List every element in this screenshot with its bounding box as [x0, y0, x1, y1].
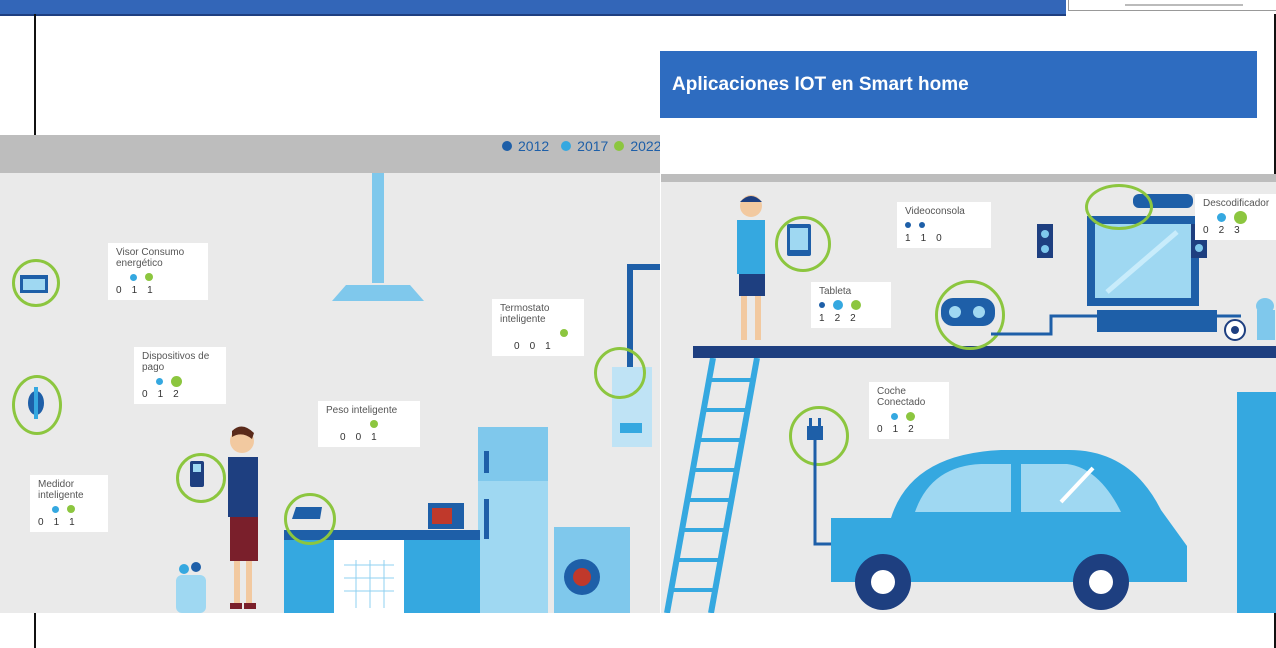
slide-title: Aplicaciones IOT en Smart home — [660, 51, 1257, 118]
callout-videoconsola-label: Videoconsola — [905, 206, 965, 217]
legend: 2012 2017 2022 — [502, 135, 660, 157]
callout-coche-dots — [877, 411, 941, 421]
termostato-value-2022: 1 — [545, 341, 551, 352]
energy-monitor-icon — [20, 275, 48, 293]
videoconsola-value-2017: 1 — [920, 233, 927, 244]
descodificador-value-2017: 2 — [1218, 225, 1225, 236]
callout-dispositivos-dots — [142, 375, 218, 387]
header-bar — [0, 0, 1066, 16]
coche-value-2012: 0 — [877, 424, 883, 435]
door-icon — [1237, 392, 1276, 613]
header-logo-box — [1068, 0, 1276, 11]
callout-tableta-values: 1 2 2 — [819, 313, 883, 324]
callout-videoconsola: Videoconsola 1 1 0 — [897, 202, 991, 248]
callout-visor-label: Visor Consumo energético — [116, 247, 185, 269]
videoconsola-value-2012: 1 — [905, 233, 911, 244]
legend-label-2012: 2012 — [518, 138, 550, 154]
smart-home-illustration-left: 2012 2017 2022 Visor Consumo energético … — [0, 135, 660, 613]
callout-medidor-dots — [38, 504, 100, 514]
peso-value-2017: 0 — [355, 432, 362, 443]
payment-device-icon — [190, 461, 204, 487]
gamepad-icon — [941, 298, 995, 326]
callout-tableta: Tableta 1 2 2 — [811, 282, 891, 328]
videoconsola-value-2022: 0 — [936, 233, 942, 244]
medidor-value-2022: 1 — [69, 517, 75, 528]
peso-value-2022: 1 — [371, 432, 377, 443]
callout-tableta-dots — [819, 300, 883, 310]
callout-coche-values: 0 1 2 — [877, 424, 941, 435]
termostato-value-2012: 0 — [514, 341, 520, 352]
microwave-icon — [428, 503, 464, 529]
callout-termostato-dots — [500, 328, 576, 338]
legend-dot-2017 — [561, 141, 572, 151]
ladder-icon — [664, 358, 760, 613]
shelf-icon — [693, 346, 1276, 358]
callout-medidor: Medidor inteligente 0 1 1 — [30, 475, 108, 532]
man-figure-icon — [737, 195, 765, 340]
callout-visor-dots — [116, 272, 200, 282]
callout-peso-label: Peso inteligente — [326, 405, 398, 416]
legend-dot-2022 — [614, 141, 625, 151]
dog-ball-icon — [1224, 298, 1275, 341]
dispositivos-value-2022: 2 — [173, 389, 179, 400]
callout-videoconsola-values: 1 1 0 — [905, 233, 983, 244]
callout-descodificador-label: Descodificador — [1203, 198, 1270, 209]
callout-descodificador-dots — [1203, 210, 1268, 224]
ceiling-right — [661, 174, 1276, 182]
coche-value-2017: 1 — [892, 424, 899, 435]
visor-value-2012: 0 — [116, 285, 122, 296]
callout-termostato-label: Termostato inteligente — [500, 303, 550, 325]
termostato-value-2017: 0 — [529, 341, 536, 352]
visor-value-2017: 1 — [131, 285, 138, 296]
medidor-value-2012: 0 — [38, 517, 44, 528]
callout-medidor-label: Medidor inteligente — [38, 479, 84, 501]
dispositivos-value-2012: 0 — [142, 389, 148, 400]
smart-home-illustration-right: Tableta 1 2 2 Videoconsola 1 1 0 Descodi… — [661, 174, 1276, 613]
descodificador-value-2012: 0 — [1203, 225, 1209, 236]
callout-descodificador: Descodificador 0 2 3 — [1195, 194, 1276, 240]
tableta-value-2012: 1 — [819, 313, 825, 324]
thermostat-ring — [594, 347, 646, 399]
callout-termostato-values: 0 0 1 — [500, 341, 576, 352]
tableta-value-2022: 2 — [850, 313, 856, 324]
callout-visor-values: 0 1 1 — [116, 285, 200, 296]
callout-dispositivos: Dispositivos de pago 0 1 2 — [134, 347, 226, 404]
descodificador-value-2022: 3 — [1234, 225, 1240, 236]
trash-bin-icon — [176, 562, 206, 613]
tablet-icon — [787, 224, 811, 256]
callout-descodificador-values: 0 2 3 — [1203, 225, 1268, 236]
callout-dispositivos-values: 0 1 2 — [142, 389, 218, 400]
callout-tableta-label: Tableta — [819, 286, 852, 297]
callout-medidor-values: 0 1 1 — [38, 517, 100, 528]
connected-car-icon — [831, 450, 1187, 610]
set-top-box-ring — [1085, 184, 1153, 230]
tableta-value-2017: 2 — [834, 313, 841, 324]
callout-videoconsola-dots — [905, 220, 983, 230]
smart-meter-icon — [28, 387, 44, 419]
legend-dot-2012 — [502, 141, 512, 151]
header-logo-text — [1125, 4, 1243, 6]
callout-peso: Peso inteligente 0 0 1 — [318, 401, 420, 447]
fridge-icon — [478, 427, 548, 613]
range-hood-icon — [332, 173, 424, 301]
callout-peso-values: 0 0 1 — [326, 432, 412, 443]
medidor-value-2017: 1 — [53, 517, 60, 528]
callout-visor: Visor Consumo energético 0 1 1 — [108, 243, 208, 300]
callout-dispositivos-label: Dispositivos de pago — [142, 351, 210, 373]
callout-peso-dots — [326, 419, 412, 429]
washing-machine-icon — [554, 527, 630, 613]
visor-value-2022: 1 — [147, 285, 153, 296]
callout-coche-label: Coche Conectado — [877, 386, 926, 408]
dispositivos-value-2017: 1 — [157, 389, 164, 400]
peso-value-2012: 0 — [340, 432, 346, 443]
legend-label-2022: 2022 — [630, 138, 660, 154]
legend-label-2017: 2017 — [577, 138, 609, 154]
coche-value-2022: 2 — [908, 424, 914, 435]
smart-scale-icon — [292, 507, 322, 519]
callout-termostato: Termostato inteligente 0 0 1 — [492, 299, 584, 356]
callout-coche: Coche Conectado 0 1 2 — [869, 382, 949, 439]
